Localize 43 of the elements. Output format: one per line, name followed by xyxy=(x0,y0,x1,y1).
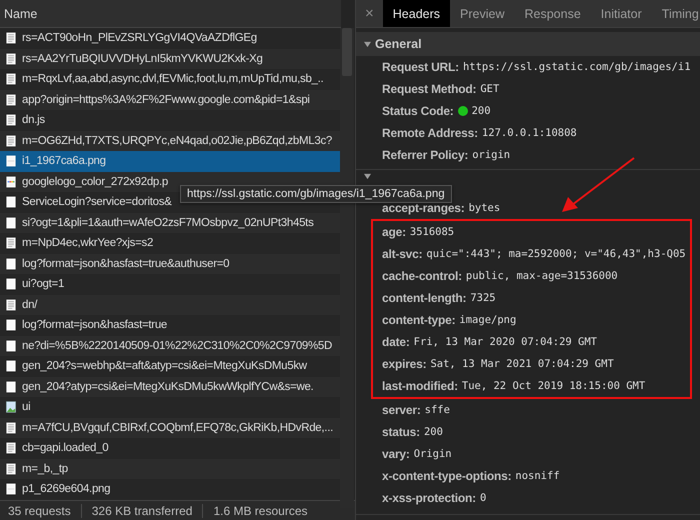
header-name: Request Method: xyxy=(382,82,476,96)
status-text: 326 KB transferred xyxy=(92,504,192,518)
header-name: content-type: xyxy=(382,313,456,327)
header-name: last-modified: xyxy=(382,379,458,393)
header-value: GET xyxy=(480,83,500,95)
header-name: status: xyxy=(382,425,420,439)
header-name: Remote Address: xyxy=(382,126,478,140)
header-value: nosniff xyxy=(515,470,560,482)
header-value: 200 xyxy=(472,105,491,117)
header-name: accept-ranges: xyxy=(382,201,465,215)
header-name: Status Code: xyxy=(382,104,454,118)
header-name: age: xyxy=(382,225,406,239)
header-name: content-length: xyxy=(382,291,466,305)
header-value: 3516085 xyxy=(410,226,454,238)
header-name: cache-control: xyxy=(382,269,462,283)
header-value: bytes xyxy=(468,202,500,214)
header-name: x-content-type-options: xyxy=(382,469,512,483)
tooltip: https://ssl.gstatic.com/gb/images/i1_1967ca6a.png xyxy=(180,185,452,203)
header-value: public, max-age=31536000 xyxy=(466,270,618,282)
header-value: origin xyxy=(472,149,510,161)
header-value: 7325 xyxy=(470,292,496,304)
header-value: Tue, 22 Oct 2019 18:15:00 GMT xyxy=(462,380,646,392)
header-name: alt-svc: xyxy=(382,247,422,261)
header-value: Sat, 13 Mar 2021 07:04:29 GMT xyxy=(430,358,614,370)
header-name: server: xyxy=(382,403,421,417)
status-text: 35 requests xyxy=(8,504,71,518)
header-value: 0 xyxy=(480,492,486,504)
section-title: General xyxy=(375,37,422,51)
header-name: expires: xyxy=(382,357,426,371)
header-value: Fri, 13 Mar 2020 07:04:29 GMT xyxy=(414,336,597,348)
header-name: vary: xyxy=(382,447,410,461)
header-value: sffe xyxy=(424,404,450,416)
header-value: 127.0.0.1:10808 xyxy=(482,127,577,139)
status-text: 1.6 MB resources xyxy=(213,504,308,518)
header-value: https://ssl.gstatic.com/gb/images/i1 xyxy=(462,61,691,73)
header-name: Referrer Policy: xyxy=(382,148,468,162)
header-value: Origin xyxy=(414,448,452,460)
header-value: 200 xyxy=(424,426,443,438)
header-name: x-xss-protection: xyxy=(382,491,476,505)
header-value: image/png xyxy=(459,314,516,326)
header-name: Request URL: xyxy=(382,60,459,74)
header-name: date: xyxy=(382,335,410,349)
header-value: quic=":443"; ma=2592000; v="46,43",h3-Q05 xyxy=(426,248,686,260)
